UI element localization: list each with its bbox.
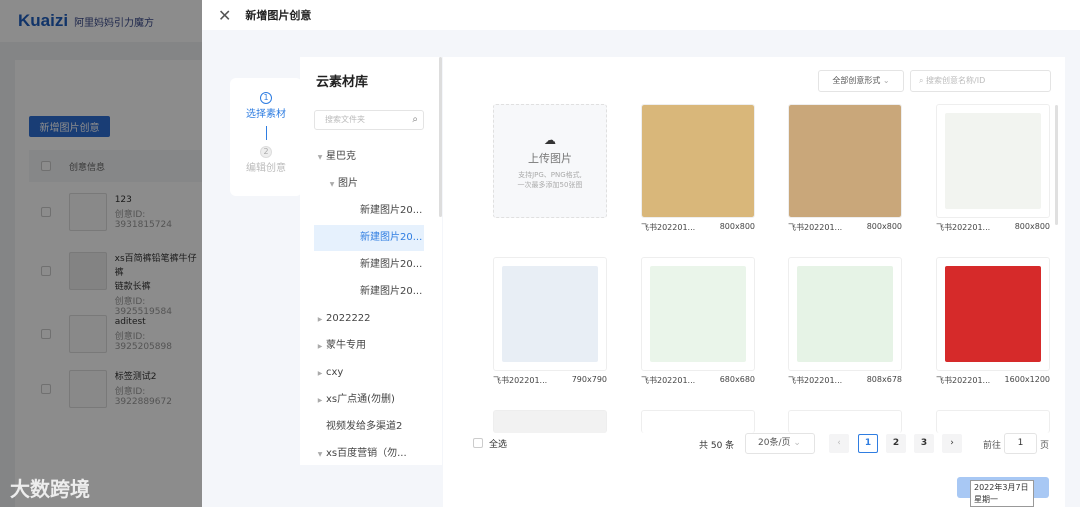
select-all-checkbox[interactable]	[473, 438, 483, 448]
goto-page-input[interactable]: 1	[1004, 433, 1037, 454]
folder-item[interactable]: ▶ xs广点通(勿删)	[314, 387, 424, 413]
search-icon: ⌕	[412, 114, 418, 125]
cloud-upload-icon: ☁	[544, 133, 556, 147]
drawer-title: 新增图片创意	[245, 9, 312, 22]
material-name: 飞书202201...	[788, 376, 843, 385]
add-creative-drawer: ✕ 新增图片创意 1 选择素材 2 编辑创意 云素材库 搜索文件夹 ⌕ ▼ 星巴克 ▼ 图…	[202, 0, 1080, 507]
folder-item[interactable]: 新建图片20...	[314, 279, 424, 305]
material-thumbnail	[642, 105, 754, 217]
folder-panel-title: 云素材库	[316, 75, 369, 90]
material-size: 800x800	[719, 222, 755, 231]
next-page-button[interactable]: ›	[942, 434, 962, 453]
caret-right-icon[interactable]: ▶	[314, 361, 326, 387]
upload-title: 上传图片	[528, 152, 572, 165]
folder-panel: 云素材库 搜索文件夹 ⌕ ▼ 星巴克 ▼ 图片 新建图片20... 新建图片20... 新建图…	[300, 57, 442, 465]
folder-item[interactable]: 新建图片20...	[314, 225, 424, 251]
folder-search-input[interactable]: 搜索文件夹 ⌕	[314, 110, 424, 130]
step-edit-creative[interactable]: 编辑创意	[230, 159, 302, 174]
upload-hint: 支持JPG、PNG格式,	[518, 171, 582, 179]
folder-item[interactable]: ▼ xs百度营销（勿...	[314, 441, 424, 467]
folder-item[interactable]: 视频发给多渠道2	[314, 414, 424, 440]
steps: 1 选择素材 2 编辑创意	[230, 78, 302, 196]
folder-item[interactable]: ▼ 星巴克	[314, 144, 424, 170]
material-thumbnail	[502, 266, 598, 362]
page-size-select[interactable]: 20条/页 ⌄	[745, 433, 815, 454]
material-size: 790x790	[571, 375, 607, 384]
caret-down-icon[interactable]: ▼	[314, 145, 326, 171]
material-card[interactable]	[936, 104, 1050, 218]
prev-page-button[interactable]: ‹	[829, 434, 849, 453]
material-size: 800x800	[866, 222, 902, 231]
close-icon[interactable]: ✕	[218, 6, 231, 25]
material-name: 飞书202201...	[936, 376, 991, 385]
upload-image-button[interactable]: ☁ 上传图片 支持JPG、PNG格式, 一次最多添加50张图	[493, 104, 607, 218]
folder-item[interactable]: ▶ cxy	[314, 360, 424, 386]
watermark: 大数跨境	[10, 477, 90, 501]
material-name: 飞书202201...	[493, 376, 548, 385]
material-thumbnail	[650, 266, 746, 362]
material-card[interactable]	[641, 257, 755, 371]
background-page: Kuaizi 阿里妈妈引力魔方 新增图片创意 创意信息 123 创意ID: 3931…	[0, 0, 202, 507]
scrollbar[interactable]	[439, 57, 442, 217]
upload-hint: 一次最多添加50张图	[517, 181, 583, 189]
material-card[interactable]	[936, 257, 1050, 371]
folder-item[interactable]: ▼ 图片	[314, 171, 424, 197]
scrollbar[interactable]	[1055, 105, 1058, 225]
select-all-label[interactable]: 全选	[489, 437, 507, 450]
material-thumbnail	[945, 266, 1041, 362]
page-2[interactable]: 2	[886, 434, 906, 453]
material-card[interactable]	[788, 104, 902, 218]
total-count: 共 50 条	[699, 441, 735, 451]
creative-type-select[interactable]: 全部创意形式 ⌄	[818, 70, 904, 92]
material-thumbnail	[797, 266, 893, 362]
material-card[interactable]	[788, 257, 902, 371]
caret-right-icon[interactable]: ▶	[314, 307, 326, 333]
material-thumbnail	[789, 105, 901, 217]
material-size: 800x800	[1014, 222, 1050, 231]
material-card[interactable]	[641, 104, 755, 218]
folder-item[interactable]: ▶ 2022222	[314, 306, 424, 332]
material-size: 1600x1200	[1004, 375, 1050, 384]
material-card[interactable]	[493, 257, 607, 371]
step-number: 2	[260, 146, 272, 158]
page-unit: 页	[1040, 441, 1050, 451]
goto-label: 前往	[983, 441, 1002, 451]
folder-item[interactable]: 新建图片20...	[314, 198, 424, 224]
caret-down-icon[interactable]: ▼	[314, 442, 326, 468]
page-3[interactable]: 3	[914, 434, 934, 453]
pagination: 全选 共 50 条 20条/页 ⌄ ‹ 1 2 3 › 前往 1 页	[443, 433, 1065, 455]
caret-right-icon[interactable]: ▶	[314, 388, 326, 414]
material-panel: 全部创意形式 ⌄ ⌕ 搜索创意名称/ID ☁ 上传图片 支持JPG、PNG格式,…	[443, 57, 1065, 507]
modal-overlay[interactable]	[0, 0, 202, 507]
folder-item[interactable]: 新建图片20...	[314, 252, 424, 278]
material-name: 飞书202201...	[936, 223, 991, 232]
material-name: 飞书202201...	[641, 223, 696, 232]
material-size: 808x678	[866, 375, 902, 384]
material-thumbnail	[945, 113, 1041, 209]
folder-item[interactable]: ▶ 蒙牛专用	[314, 333, 424, 359]
material-name: 飞书202201...	[641, 376, 696, 385]
caret-right-icon[interactable]: ▶	[314, 334, 326, 360]
step-number: 1	[260, 92, 272, 104]
step-select-material[interactable]: 选择素材	[230, 105, 302, 120]
date-tooltip: 2022年3月7日 星期一	[970, 480, 1034, 507]
page-1[interactable]: 1	[858, 434, 878, 453]
material-name: 飞书202201...	[788, 223, 843, 232]
caret-down-icon[interactable]: ▼	[326, 172, 338, 198]
creative-search-input[interactable]: ⌕ 搜索创意名称/ID	[910, 70, 1051, 92]
material-size: 680x680	[719, 375, 755, 384]
